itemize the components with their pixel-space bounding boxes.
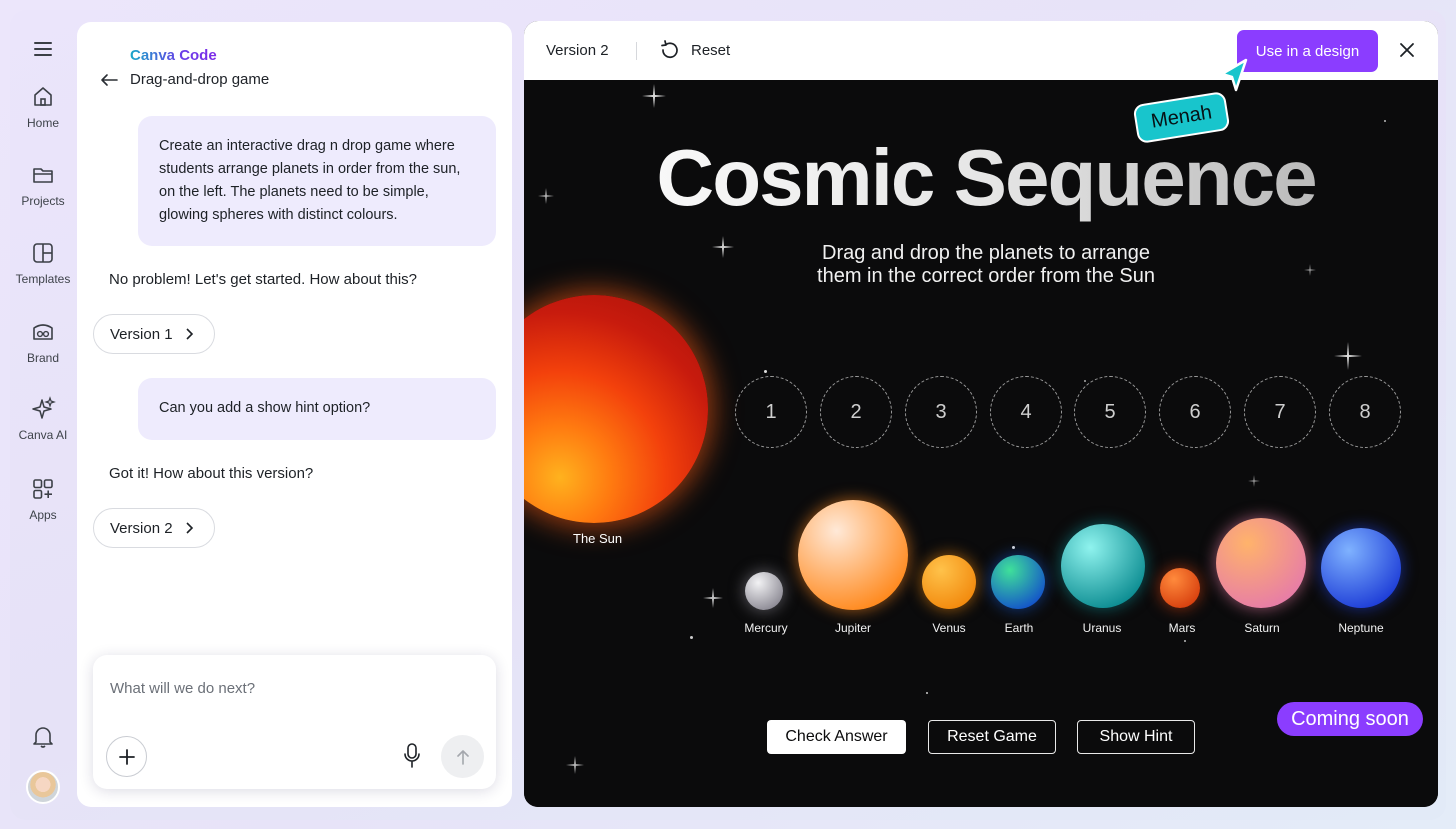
drop-slot[interactable]: 6 bbox=[1159, 376, 1231, 448]
templates-icon bbox=[33, 243, 53, 263]
rail-label: Brand bbox=[26, 351, 60, 365]
version-indicator: Version 2 bbox=[546, 42, 609, 59]
use-in-design-button[interactable]: Use in a design bbox=[1237, 30, 1378, 72]
reset-icon bbox=[661, 40, 678, 59]
planet-neptune[interactable] bbox=[1321, 528, 1401, 608]
star-sparkle bbox=[1334, 342, 1362, 370]
star-sparkle bbox=[1248, 475, 1260, 487]
rail-label: Projects bbox=[21, 194, 65, 208]
star-dot bbox=[1184, 640, 1186, 642]
user-message: Create an interactive drag n drop game w… bbox=[138, 116, 496, 246]
send-button[interactable] bbox=[441, 735, 484, 778]
rail-label: Templates bbox=[15, 272, 71, 286]
user-message: Can you add a show hint option? bbox=[138, 378, 496, 440]
bell-icon[interactable] bbox=[31, 724, 55, 750]
planet-label: Jupiter bbox=[834, 621, 872, 635]
star-dot bbox=[1084, 380, 1086, 382]
planet-label: Saturn bbox=[1244, 621, 1280, 635]
close-icon[interactable] bbox=[1399, 42, 1415, 58]
assistant-message: No problem! Let's get started. How about… bbox=[109, 271, 418, 288]
rail-item-apps[interactable]: Apps bbox=[10, 476, 76, 522]
folder-icon bbox=[33, 168, 53, 183]
rail-item-canva-ai[interactable]: Canva AI bbox=[10, 396, 76, 442]
microphone-icon[interactable] bbox=[402, 742, 422, 770]
apps-icon bbox=[33, 479, 53, 499]
drop-slot[interactable]: 1 bbox=[735, 376, 807, 448]
rail-item-projects[interactable]: Projects bbox=[10, 162, 76, 208]
game-title: Cosmic Sequence bbox=[524, 132, 1438, 224]
reset-label: Reset bbox=[691, 41, 731, 59]
divider bbox=[636, 42, 637, 60]
version-label: Version 2 bbox=[110, 519, 173, 537]
game-instructions-line: them in the correct order from the Sun bbox=[817, 265, 1155, 287]
chat-panel: Canva Code Drag-and-drop game Create an … bbox=[77, 22, 512, 807]
chevron-right-icon bbox=[186, 328, 194, 340]
chevron-right-icon bbox=[186, 522, 194, 534]
assistant-message: Got it! How about this version? bbox=[109, 465, 314, 482]
planet-mars[interactable] bbox=[1160, 568, 1200, 608]
star-sparkle bbox=[642, 84, 666, 108]
avatar[interactable] bbox=[26, 770, 60, 804]
drop-slot[interactable]: 5 bbox=[1074, 376, 1146, 448]
chat-subtitle: Drag-and-drop game bbox=[130, 71, 270, 88]
left-rail: Home Projects Templates Brand Canva AI A… bbox=[10, 10, 76, 820]
game-canvas: Cosmic Sequence Drag and drop the planet… bbox=[524, 80, 1438, 807]
sun bbox=[524, 295, 708, 523]
rail-item-home[interactable]: Home bbox=[10, 84, 76, 130]
star-dot bbox=[690, 636, 693, 639]
add-button[interactable] bbox=[106, 736, 147, 777]
star-dot bbox=[1384, 120, 1386, 122]
planet-uranus[interactable] bbox=[1061, 524, 1145, 608]
preview-toolbar: Version 2 Reset Use in a design bbox=[524, 21, 1438, 80]
planet-saturn[interactable] bbox=[1216, 518, 1306, 608]
back-arrow-icon[interactable] bbox=[99, 72, 119, 88]
rail-item-templates[interactable]: Templates bbox=[10, 240, 76, 286]
reset-game-button[interactable]: Reset Game bbox=[928, 720, 1056, 754]
reset-button[interactable]: Reset bbox=[659, 39, 730, 61]
composer-input[interactable]: What will we do next? bbox=[110, 680, 255, 697]
drop-slot[interactable]: 4 bbox=[990, 376, 1062, 448]
rail-label: Home bbox=[26, 116, 59, 130]
menu-icon[interactable] bbox=[34, 42, 52, 56]
game-instructions: Drag and drop the planets to arrange the… bbox=[524, 242, 1438, 288]
preview-panel: Version 2 Reset Use in a design Cosmic S… bbox=[524, 21, 1438, 807]
check-answer-button[interactable]: Check Answer bbox=[767, 720, 906, 754]
game-instructions-line: Drag and drop the planets to arrange bbox=[822, 242, 1150, 264]
rail-label: Canva AI bbox=[18, 428, 68, 442]
brand-icon bbox=[33, 324, 53, 340]
drop-slot[interactable]: 3 bbox=[905, 376, 977, 448]
drop-slot[interactable]: 7 bbox=[1244, 376, 1316, 448]
rail-label: Apps bbox=[29, 508, 57, 522]
star-dot bbox=[1012, 546, 1015, 549]
planet-label: Neptune bbox=[1338, 621, 1384, 635]
star-sparkle bbox=[703, 588, 723, 608]
sun-label: The Sun bbox=[573, 531, 623, 546]
drop-slot[interactable]: 2 bbox=[820, 376, 892, 448]
home-icon bbox=[34, 87, 52, 106]
coming-soon-badge: Coming soon bbox=[1277, 702, 1423, 736]
version-label: Version 1 bbox=[110, 325, 173, 343]
plus-icon bbox=[118, 748, 135, 765]
composer[interactable]: What will we do next? bbox=[93, 655, 496, 789]
show-hint-button[interactable]: Show Hint bbox=[1077, 720, 1195, 754]
planet-jupiter[interactable] bbox=[798, 500, 908, 610]
planet-label: Mercury bbox=[744, 621, 788, 635]
planet-mercury[interactable] bbox=[745, 572, 783, 610]
planet-venus[interactable] bbox=[922, 555, 976, 609]
version-2-button[interactable]: Version 2 bbox=[93, 508, 215, 548]
sparkle-icon bbox=[32, 396, 56, 419]
rail-item-brand[interactable]: Brand bbox=[10, 319, 76, 365]
star-dot bbox=[926, 692, 928, 694]
arrow-up-icon bbox=[456, 749, 469, 765]
star-dot bbox=[764, 370, 767, 373]
star-sparkle bbox=[566, 756, 584, 774]
collaborator-cursor-icon bbox=[1220, 58, 1248, 92]
planet-earth[interactable] bbox=[991, 555, 1045, 609]
version-1-button[interactable]: Version 1 bbox=[93, 314, 215, 354]
app-brand: Canva Code bbox=[130, 47, 217, 64]
drop-slot[interactable]: 8 bbox=[1329, 376, 1401, 448]
